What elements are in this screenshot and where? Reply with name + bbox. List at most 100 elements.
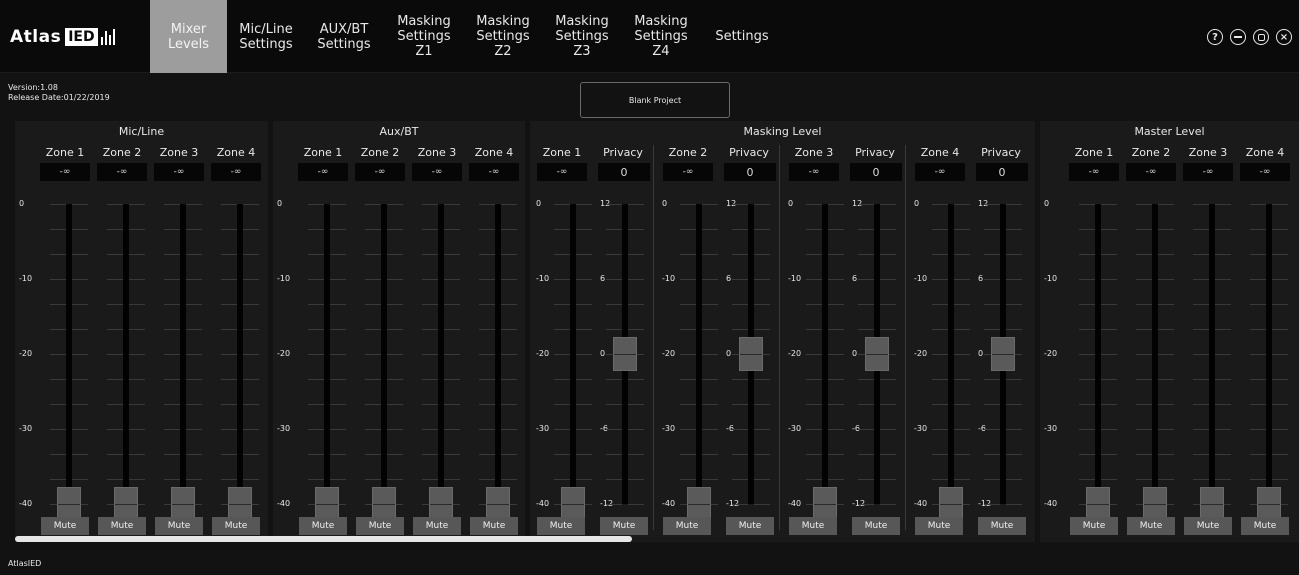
mute-button[interactable]: Mute	[537, 517, 585, 535]
fader-track[interactable]	[1209, 204, 1215, 504]
fader-knob[interactable]	[1257, 487, 1281, 521]
nav-tab-2[interactable]: AUX/BT Settings	[306, 0, 382, 73]
nav-tab-6[interactable]: Masking Settings Z4	[621, 0, 701, 73]
fader-knob[interactable]	[939, 487, 963, 521]
fader-knob[interactable]	[1143, 487, 1167, 521]
fader-knob[interactable]	[1200, 487, 1224, 521]
privacy-mute-button[interactable]: Mute	[726, 517, 774, 535]
mute-button[interactable]: Mute	[98, 517, 146, 535]
fader-knob[interactable]	[228, 487, 252, 521]
close-icon[interactable]: ×	[1276, 29, 1292, 45]
mute-button[interactable]: Mute	[155, 517, 203, 535]
mute-button[interactable]: Mute	[212, 517, 260, 535]
fader-track[interactable]	[1095, 204, 1101, 504]
tick-mark	[1250, 479, 1266, 480]
level-readout: -∞	[915, 163, 965, 181]
tick-mark	[954, 354, 970, 355]
nav-tab-3[interactable]: Masking Settings Z1	[384, 0, 464, 73]
mute-button[interactable]: Mute	[663, 517, 711, 535]
fader-track[interactable]	[438, 204, 444, 504]
tick-mark	[72, 254, 88, 255]
fader-track[interactable]	[495, 204, 501, 504]
tick-mark	[129, 379, 145, 380]
privacy-readout: 0	[724, 163, 776, 181]
speaker-bars-icon	[100, 29, 115, 45]
tick-mark	[444, 304, 460, 305]
fader-knob[interactable]	[991, 337, 1015, 371]
tick-mark	[628, 304, 644, 305]
tick-mark	[1193, 229, 1209, 230]
fader-knob[interactable]	[813, 487, 837, 521]
mute-button[interactable]: Mute	[1241, 517, 1289, 535]
mute-button[interactable]: Mute	[299, 517, 347, 535]
nav-tab-1[interactable]: Mic/Line Settings	[228, 0, 304, 73]
zone-label: Zone 2	[102, 146, 142, 159]
mute-button[interactable]: Mute	[915, 517, 963, 535]
tick-mark	[1193, 304, 1209, 305]
nav-tab-4[interactable]: Masking Settings Z2	[463, 0, 543, 73]
fader-knob[interactable]	[865, 337, 889, 371]
tick-mark	[702, 429, 718, 430]
tick-mark	[387, 279, 403, 280]
fader-track[interactable]	[237, 204, 243, 504]
tick-mark	[1215, 279, 1231, 280]
fader-knob[interactable]	[429, 487, 453, 521]
tick-mark	[243, 454, 259, 455]
project-button[interactable]: Blank Project	[580, 82, 730, 118]
fader-knob[interactable]	[171, 487, 195, 521]
fader-knob[interactable]	[613, 337, 637, 371]
horizontal-scrollbar[interactable]	[15, 536, 632, 542]
mute-button[interactable]: Mute	[356, 517, 404, 535]
fader-knob[interactable]	[561, 487, 585, 521]
fader-knob[interactable]	[687, 487, 711, 521]
mute-button[interactable]: Mute	[789, 517, 837, 535]
nav-tab-5[interactable]: Masking Settings Z3	[542, 0, 622, 73]
zone-label: Zone 3	[159, 146, 199, 159]
tick-mark	[606, 204, 622, 205]
tick-mark	[858, 479, 874, 480]
nav-tab-7[interactable]: Settings	[703, 0, 781, 73]
nav-tab-0[interactable]: Mixer Levels	[150, 0, 227, 73]
privacy-mute-button[interactable]: Mute	[600, 517, 648, 535]
tick-mark	[702, 279, 718, 280]
fader-track[interactable]	[66, 204, 72, 504]
fader-track[interactable]	[324, 204, 330, 504]
fader-track[interactable]	[948, 204, 954, 504]
mute-button[interactable]: Mute	[1070, 517, 1118, 535]
tick-mark	[330, 454, 346, 455]
fader-knob[interactable]	[1086, 487, 1110, 521]
fader-knob[interactable]	[372, 487, 396, 521]
tick-mark	[186, 479, 202, 480]
fader-track[interactable]	[381, 204, 387, 504]
mute-button[interactable]: Mute	[1127, 517, 1175, 535]
fader-knob[interactable]	[486, 487, 510, 521]
tick-mark	[1272, 204, 1288, 205]
fader-track[interactable]	[696, 204, 702, 504]
mute-button[interactable]: Mute	[470, 517, 518, 535]
fader-knob[interactable]	[315, 487, 339, 521]
fader-knob[interactable]	[114, 487, 138, 521]
scale-label: -30	[19, 424, 33, 433]
help-icon[interactable]: ?	[1207, 29, 1223, 45]
fader-knob[interactable]	[57, 487, 81, 521]
tick-mark	[806, 354, 822, 355]
tick-mark	[1079, 429, 1095, 430]
fader-track[interactable]	[1266, 204, 1272, 504]
mute-button[interactable]: Mute	[1184, 517, 1232, 535]
fader-track[interactable]	[123, 204, 129, 504]
minimize-icon[interactable]	[1230, 29, 1246, 45]
mute-button[interactable]: Mute	[41, 517, 89, 535]
fader-track[interactable]	[1152, 204, 1158, 504]
privacy-mute-button[interactable]: Mute	[852, 517, 900, 535]
fader-track[interactable]	[570, 204, 576, 504]
mute-button[interactable]: Mute	[413, 517, 461, 535]
tick-mark	[1272, 304, 1288, 305]
fader-knob[interactable]	[739, 337, 763, 371]
privacy-readout: 0	[976, 163, 1028, 181]
fader-track[interactable]	[180, 204, 186, 504]
tick-mark	[1006, 379, 1022, 380]
privacy-mute-button[interactable]: Mute	[978, 517, 1026, 535]
fader-track[interactable]	[822, 204, 828, 504]
maximize-icon[interactable]	[1253, 29, 1269, 45]
tick-mark	[828, 429, 844, 430]
